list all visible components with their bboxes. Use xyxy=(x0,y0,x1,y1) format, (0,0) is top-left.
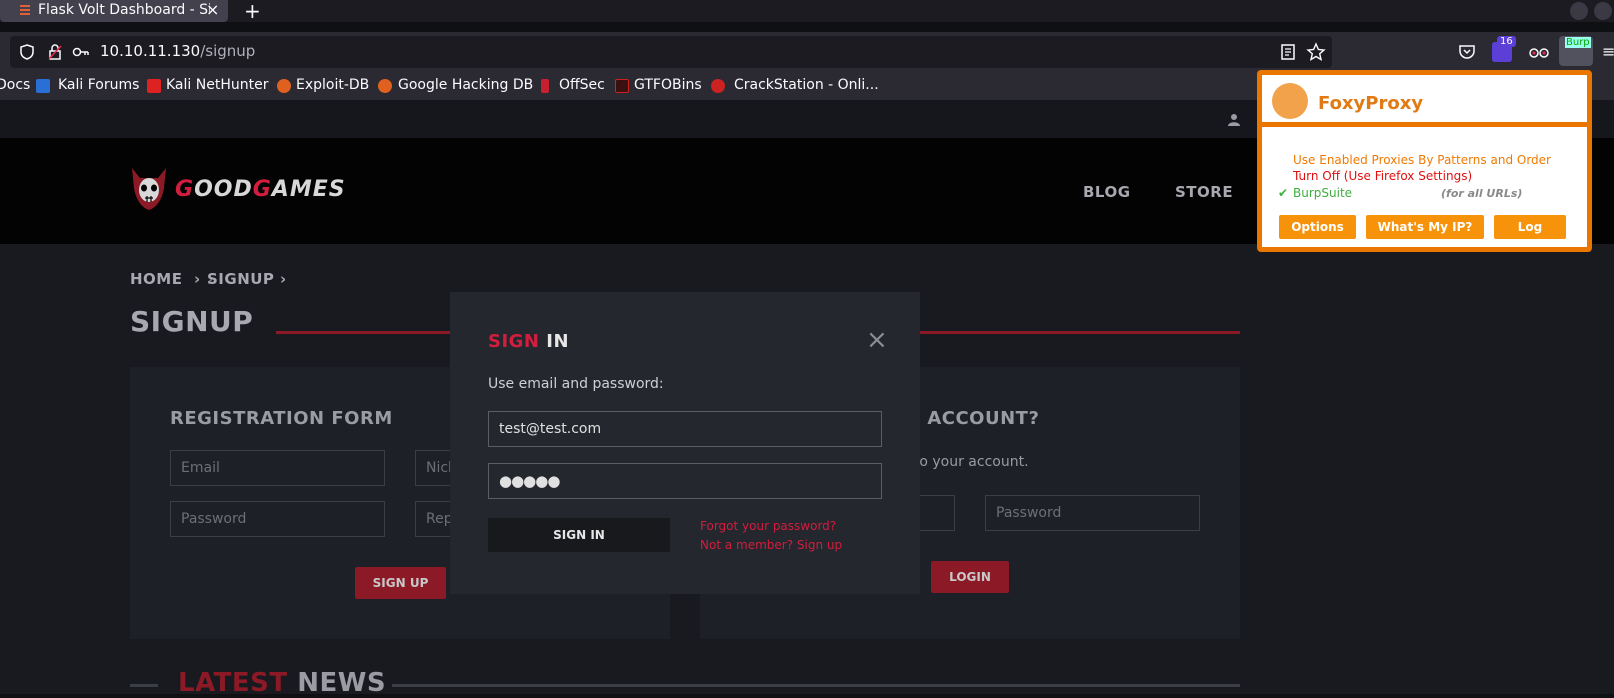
modal-title: SIGN IN xyxy=(488,331,569,352)
bookmark-exploit-db[interactable]: Exploit-DB xyxy=(296,77,369,93)
crackstation-icon xyxy=(711,79,725,93)
sign-up-link[interactable]: Not a member? Sign up xyxy=(700,538,842,552)
bookmark-google-hacking-db[interactable]: Google Hacking DB xyxy=(398,77,533,93)
news-divider-right xyxy=(392,684,1240,687)
menu-icon[interactable]: ≡ xyxy=(1602,42,1614,61)
registration-title: REGISTRATION FORM xyxy=(170,408,393,429)
foxyproxy-popup: FoxyProxy Use Enabled Proxies By Pattern… xyxy=(1257,70,1592,252)
burp-label: Burp xyxy=(1565,37,1591,48)
goodgames-skull-logo-icon[interactable] xyxy=(128,166,170,212)
site-logo-text[interactable]: GOODGAMES xyxy=(175,177,346,202)
bookmark-kali-nethunter[interactable]: Kali NetHunter xyxy=(166,77,268,93)
tab-close-icon[interactable]: × xyxy=(206,0,219,19)
logo-letter-g2: G xyxy=(252,177,272,202)
offsec-icon xyxy=(541,79,549,93)
nav-blog[interactable]: BLOG xyxy=(1083,183,1131,201)
bookmark-kali-forums[interactable]: Kali Forums xyxy=(58,77,139,93)
browser-tab[interactable]: Flask Volt Dashboard - Si × xyxy=(0,0,228,22)
registration-password-input[interactable]: Password xyxy=(170,501,385,537)
close-icon[interactable]: × xyxy=(866,327,888,353)
foxyproxy-burpsuite-note: (for all URLs) xyxy=(1441,187,1523,200)
extension-badge: 16 xyxy=(1497,36,1516,47)
foxyproxy-mode-burpsuite[interactable]: BurpSuite xyxy=(1293,186,1352,200)
news-divider-left xyxy=(130,684,158,687)
check-icon: ✔ xyxy=(1278,186,1289,200)
breadcrumb-current: SIGNUP xyxy=(207,270,275,288)
logo-text-ood: OOD xyxy=(194,177,253,202)
foxyproxy-mode-patterns[interactable]: Use Enabled Proxies By Patterns and Orde… xyxy=(1293,153,1551,167)
login-panel-title: N ACCOUNT? xyxy=(905,408,1040,429)
foxyproxy-title: FoxyProxy xyxy=(1318,93,1424,114)
sign-up-button[interactable]: SIGN UP xyxy=(355,567,446,599)
foxyproxy-header: FoxyProxy xyxy=(1262,75,1587,127)
google-hacking-db-icon xyxy=(378,79,392,93)
modal-email-input[interactable]: test@test.com xyxy=(488,411,882,447)
extension-glasses-icon[interactable] xyxy=(1528,43,1550,61)
minimize-icon[interactable] xyxy=(1570,2,1588,20)
bookmark-docs[interactable]: Docs xyxy=(0,77,30,93)
foxyproxy-options-button[interactable]: Options xyxy=(1279,215,1356,239)
logo-text-ames: AMES xyxy=(271,177,346,202)
key-icon[interactable] xyxy=(72,45,90,59)
url-host: 10.10.11.130 xyxy=(100,42,201,60)
sign-in-button[interactable]: SIGN IN xyxy=(488,518,670,552)
bookmark-offsec[interactable]: OffSec xyxy=(559,77,605,93)
foxyproxy-log-button[interactable]: Log xyxy=(1494,215,1566,239)
tab-title: Flask Volt Dashboard - Si xyxy=(38,2,210,18)
flask-favicon-icon xyxy=(20,5,30,15)
user-icon[interactable] xyxy=(1227,113,1241,127)
bookmark-gtfobins[interactable]: GTFOBins xyxy=(634,77,702,93)
kali-forums-icon xyxy=(36,79,50,93)
logo-letter-g1: G xyxy=(175,177,195,202)
pocket-icon[interactable] xyxy=(1458,43,1476,61)
registration-email-input[interactable]: Email xyxy=(170,450,385,486)
modal-title-red: SIGN xyxy=(488,331,540,352)
reader-mode-icon[interactable] xyxy=(1280,43,1296,61)
exploit-db-icon xyxy=(277,79,291,93)
breadcrumb-chevron-icon: › xyxy=(194,270,201,288)
shield-icon[interactable] xyxy=(18,43,36,61)
close-window-icon[interactable] xyxy=(1594,2,1612,20)
new-tab-button[interactable]: + xyxy=(244,0,261,23)
bookmark-star-icon[interactable] xyxy=(1306,42,1326,62)
foxyproxy-fox-icon xyxy=(1272,83,1308,119)
login-password-input[interactable]: Password xyxy=(985,495,1200,531)
page-title: SIGNUP xyxy=(130,305,254,338)
url-text[interactable]: 10.10.11.130/signup xyxy=(100,42,255,60)
foxyproxy-mode-off[interactable]: Turn Off (Use Firefox Settings) xyxy=(1293,169,1472,183)
modal-title-white: IN xyxy=(546,331,570,352)
nav-store[interactable]: STORE xyxy=(1175,183,1233,201)
breadcrumb-chevron-icon: › xyxy=(280,270,287,288)
browser-tab-bar xyxy=(0,0,1614,22)
url-path: /signup xyxy=(200,42,256,60)
lock-warning-icon[interactable] xyxy=(46,43,64,61)
modal-subtitle: Use email and password: xyxy=(488,376,664,392)
gtfobins-icon xyxy=(615,79,629,93)
foxyproxy-whats-my-ip-button[interactable]: What's My IP? xyxy=(1366,215,1484,239)
bookmark-crackstation[interactable]: CrackStation - Onli... xyxy=(734,77,879,93)
kali-nethunter-icon xyxy=(147,79,161,93)
forgot-password-link[interactable]: Forgot your password? xyxy=(700,519,836,533)
login-button[interactable]: LOGIN xyxy=(931,561,1009,593)
modal-password-input[interactable]: ●●●●● xyxy=(488,463,882,499)
breadcrumb-home[interactable]: HOME xyxy=(130,270,182,288)
login-panel-description: nto your account. xyxy=(905,454,1029,470)
